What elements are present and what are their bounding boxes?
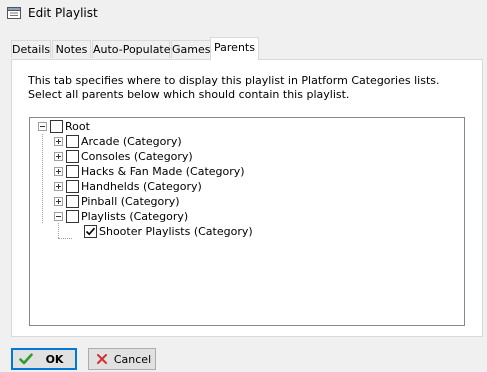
tab-games[interactable]: Games: [171, 40, 211, 58]
tab-details[interactable]: Details: [11, 40, 51, 58]
tree-connector-line: [42, 134, 43, 223]
parents-tree-view[interactable]: Root Arcade (Category) Consoles (Categor…: [29, 117, 465, 326]
expand-icon[interactable]: [54, 197, 63, 206]
tree-node-playlists[interactable]: Playlists (Category): [54, 209, 188, 224]
tree-node-label: Shooter Playlists (Category): [99, 224, 253, 238]
expand-icon[interactable]: [54, 137, 63, 146]
tree-node-checkbox[interactable]: [66, 195, 79, 208]
checkmark-icon: [85, 227, 96, 236]
tree-node-label: Pinball (Category): [81, 194, 180, 208]
tree-node-label: Arcade (Category): [81, 134, 182, 148]
tree-node-label: Playlists (Category): [81, 209, 189, 223]
collapse-icon[interactable]: [54, 212, 63, 221]
ok-button[interactable]: OK: [11, 348, 77, 370]
tree-node-checkbox[interactable]: [66, 135, 79, 148]
parents-tab-panel: This tab specifies where to display this…: [11, 59, 483, 337]
tree-node-root[interactable]: Root: [38, 119, 90, 134]
cancel-button-label: Cancel: [113, 352, 152, 366]
tree-node-checkbox[interactable]: [66, 150, 79, 163]
close-icon: [94, 351, 110, 367]
tree-node-checkbox-checked[interactable]: [84, 225, 97, 238]
tree-node-shooter-playlists[interactable]: Shooter Playlists (Category): [84, 224, 253, 239]
tab-parents[interactable]: Parents: [210, 37, 259, 60]
checkmark-icon: [18, 351, 34, 367]
tab-auto-populate[interactable]: Auto-Populate: [92, 40, 171, 58]
tree-node-arcade[interactable]: Arcade (Category): [54, 134, 182, 149]
ok-button-label: OK: [45, 352, 64, 366]
tab-label: Parents: [214, 41, 255, 54]
tree-node-consoles[interactable]: Consoles (Category): [54, 149, 193, 164]
tree-node-checkbox[interactable]: [50, 120, 63, 133]
tree-node-label: Hacks & Fan Made (Category): [81, 164, 245, 178]
expand-icon[interactable]: [54, 167, 63, 176]
tree-node-label: Handhelds (Category): [81, 179, 202, 193]
expand-icon[interactable]: [54, 182, 63, 191]
tree-connector-line: [58, 238, 72, 239]
tree-node-label: Root: [65, 119, 90, 133]
tab-label: Games: [172, 43, 211, 56]
tree-node-checkbox[interactable]: [66, 180, 79, 193]
tree-node-hacks-fan-made[interactable]: Hacks & Fan Made (Category): [54, 164, 245, 179]
window-title: Edit Playlist: [28, 6, 98, 20]
tab-label: Notes: [55, 43, 88, 56]
cancel-button[interactable]: Cancel: [88, 348, 156, 370]
tab-label: Details: [12, 43, 51, 56]
window-app-icon: [7, 7, 21, 19]
tree-connector-line: [58, 223, 59, 238]
expand-icon[interactable]: [54, 152, 63, 161]
tree-node-checkbox[interactable]: [66, 165, 79, 178]
collapse-icon[interactable]: [38, 122, 47, 131]
tree-node-handhelds[interactable]: Handhelds (Category): [54, 179, 202, 194]
tree-node-checkbox[interactable]: [66, 210, 79, 223]
tab-notes[interactable]: Notes: [52, 40, 91, 58]
tree-node-label: Consoles (Category): [81, 149, 193, 163]
parents-description: This tab specifies where to display this…: [28, 74, 440, 101]
tab-label: Auto-Populate: [93, 43, 171, 56]
tree-node-pinball[interactable]: Pinball (Category): [54, 194, 180, 209]
